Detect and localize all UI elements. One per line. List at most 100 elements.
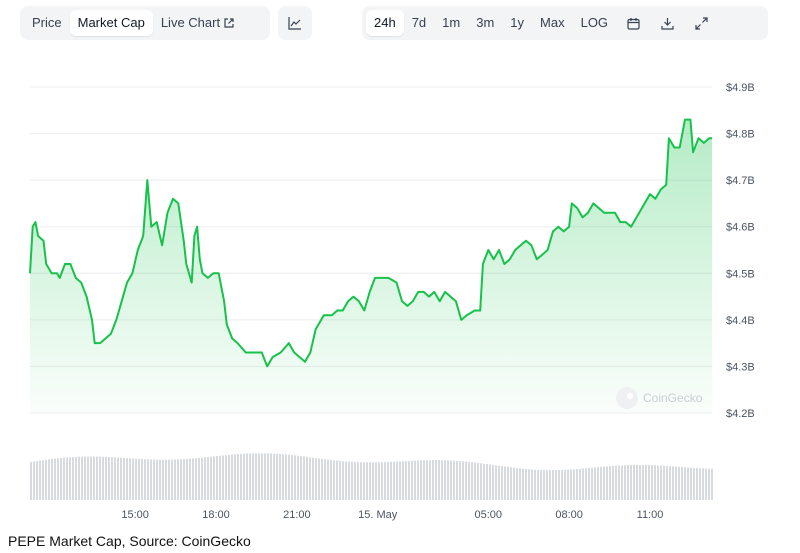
volume-bar — [321, 458, 323, 500]
volume-bar — [36, 461, 38, 500]
volume-bar — [234, 454, 236, 500]
y-tick-label: $4.7B — [726, 175, 755, 187]
volume-bar — [459, 461, 461, 500]
volume-bar — [672, 466, 674, 500]
volume-bar — [267, 453, 269, 500]
x-axis-labels: 15:00 18:00 21:00 15. May 05:00 08:00 11:00 — [121, 509, 663, 521]
volume-bar — [456, 460, 458, 500]
volume-bar — [417, 460, 419, 500]
volume-bar — [297, 455, 299, 500]
volume-bar — [573, 469, 575, 500]
volume-bar — [474, 462, 476, 500]
volume-bar — [522, 468, 524, 500]
x-tick-label: 15:00 — [121, 509, 149, 521]
volume-bar — [147, 459, 149, 500]
volume-bar — [546, 470, 548, 500]
volume-bar — [339, 460, 341, 500]
volume-bar — [114, 457, 116, 500]
volume-bar — [192, 458, 194, 500]
volume-bar — [237, 454, 239, 500]
volume-bar — [195, 458, 197, 500]
volume-bar — [498, 465, 500, 500]
volume-bar — [216, 456, 218, 500]
volume-bar — [504, 466, 506, 500]
volume-bar — [369, 462, 371, 500]
volume-bar — [693, 467, 695, 500]
market-cap-area — [30, 119, 712, 413]
volume-bar — [162, 459, 164, 500]
volume-bar — [243, 453, 245, 500]
volume-bar — [657, 465, 659, 500]
volume-bar — [660, 465, 662, 500]
volume-bar — [249, 453, 251, 500]
volume-bar — [105, 456, 107, 500]
volume-bar — [699, 468, 701, 500]
volume-bar — [198, 457, 200, 500]
volume-bar — [558, 469, 560, 500]
volume-bar — [222, 455, 224, 500]
volume-bar — [99, 456, 101, 500]
volume-bar — [189, 458, 191, 500]
volume-bar — [684, 467, 686, 500]
volume-bar — [48, 459, 50, 500]
volume-bar — [90, 456, 92, 500]
volume-bar — [681, 467, 683, 500]
volume-bar — [54, 458, 56, 500]
volume-bar — [627, 465, 629, 500]
volume-bar — [462, 461, 464, 500]
volume-bar — [399, 461, 401, 500]
volume-bar — [174, 459, 176, 500]
volume-bar — [636, 464, 638, 500]
volume-bar — [318, 458, 320, 500]
volume-bar — [423, 460, 425, 500]
volume-bar — [207, 456, 209, 500]
volume-bar — [564, 469, 566, 500]
volume-bar — [351, 461, 353, 500]
volume-bar — [486, 464, 488, 500]
volume-bar — [264, 453, 266, 500]
y-tick-label: $4.4B — [726, 315, 755, 327]
coingecko-logo-eye — [627, 393, 633, 399]
volume-bar — [63, 457, 65, 500]
volume-bar — [303, 456, 305, 500]
volume-bar — [183, 459, 185, 500]
volume-bar — [507, 466, 509, 500]
volume-bar — [579, 468, 581, 500]
volume-bar — [132, 458, 134, 500]
y-tick-label: $4.3B — [726, 361, 755, 373]
volume-bar — [42, 460, 44, 500]
volume-bar — [414, 460, 416, 500]
volume-bar — [597, 467, 599, 500]
x-tick-label: 18:00 — [202, 509, 230, 521]
volume-bar — [429, 460, 431, 500]
volume-bar — [51, 459, 53, 500]
volume-bar — [33, 461, 35, 500]
volume-bar — [288, 454, 290, 500]
volume-bar — [666, 465, 668, 500]
volume-bar — [621, 465, 623, 500]
volume-bar — [645, 464, 647, 500]
volume-bar — [270, 453, 272, 500]
volume-bar — [555, 470, 557, 500]
y-tick-label: $4.5B — [726, 268, 755, 280]
volume-bar — [633, 464, 635, 500]
volume-bars — [30, 453, 713, 500]
volume-bar — [75, 456, 77, 500]
volume-bar — [489, 464, 491, 500]
volume-bar — [582, 468, 584, 500]
volume-bar — [111, 457, 113, 500]
volume-bar — [330, 459, 332, 500]
volume-bar — [228, 454, 230, 500]
volume-bar — [603, 466, 605, 500]
volume-bar — [447, 460, 449, 500]
volume-bar — [495, 465, 497, 500]
volume-bar — [624, 465, 626, 500]
volume-bar — [204, 457, 206, 500]
volume-bar — [534, 469, 536, 500]
volume-bar — [471, 462, 473, 500]
volume-bar — [549, 470, 551, 500]
y-tick-label: $4.9B — [726, 82, 755, 94]
volume-bar — [126, 458, 128, 500]
volume-bar — [528, 469, 530, 500]
volume-bar — [393, 461, 395, 500]
